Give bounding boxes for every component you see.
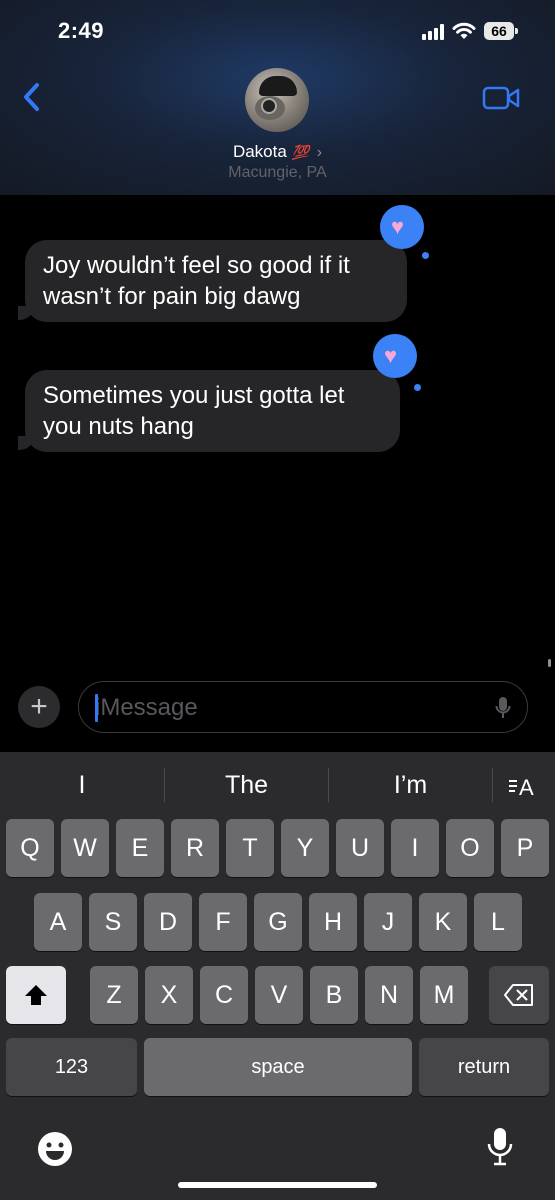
keyboard: I The I’m A Q W E R T Y U I O P A S D F … xyxy=(0,752,555,1200)
key-y[interactable]: Y xyxy=(281,819,329,877)
key-i[interactable]: I xyxy=(391,819,439,877)
key-w[interactable]: W xyxy=(61,819,109,877)
delete-backspace-icon xyxy=(504,984,533,1006)
key-b[interactable]: B xyxy=(310,966,358,1024)
status-time: 2:49 xyxy=(58,18,105,43)
dictation-mic-icon[interactable] xyxy=(495,695,511,721)
tapback-tail-dot xyxy=(422,252,429,259)
contact-location: Macungie, PA xyxy=(228,164,327,181)
key-g[interactable]: G xyxy=(254,893,302,951)
delete-key[interactable] xyxy=(489,966,549,1024)
imessage-input[interactable]: iMessage xyxy=(78,681,528,733)
key-e[interactable]: E xyxy=(116,819,164,877)
shift-key[interactable] xyxy=(6,966,66,1024)
heart-tapback[interactable]: ♥ xyxy=(373,334,417,378)
message-line: wasn’t for pain big dawg xyxy=(43,283,301,310)
space-key[interactable]: space xyxy=(144,1038,412,1096)
status-bar: 2:49 66 xyxy=(0,0,555,62)
prediction-3[interactable]: I’m xyxy=(329,752,492,818)
numbers-key[interactable]: 123 xyxy=(6,1038,137,1096)
facetime-video-button[interactable] xyxy=(482,86,520,110)
key-z[interactable]: Z xyxy=(90,966,138,1024)
cellular-signal-icon xyxy=(422,24,446,40)
prediction-divider xyxy=(492,768,493,802)
wifi-icon xyxy=(452,22,476,39)
heart-tapback[interactable]: ♥ xyxy=(380,205,424,249)
prediction-1[interactable]: I xyxy=(0,752,164,818)
imessage-placeholder: iMessage xyxy=(95,694,198,721)
key-x[interactable]: X xyxy=(145,966,193,1024)
hundred-points-emoji: 💯 xyxy=(291,144,309,160)
key-p[interactable]: P xyxy=(501,819,549,877)
key-t[interactable]: T xyxy=(226,819,274,877)
shift-arrow-icon xyxy=(25,985,47,1005)
key-r[interactable]: R xyxy=(171,819,219,877)
contact-avatar[interactable] xyxy=(245,68,309,132)
message-line: Joy wouldn’t feel so good if it xyxy=(43,252,350,279)
tapback-tail-dot xyxy=(414,384,421,391)
home-indicator[interactable] xyxy=(178,1182,377,1188)
key-s[interactable]: S xyxy=(89,893,137,951)
key-c[interactable]: C xyxy=(200,966,248,1024)
keyboard-dictation-mic-icon[interactable] xyxy=(486,1126,514,1170)
svg-text:A: A xyxy=(519,775,534,799)
heart-icon: ♥ xyxy=(391,214,405,239)
key-m[interactable]: M xyxy=(420,966,468,1024)
key-v[interactable]: V xyxy=(255,966,303,1024)
key-d[interactable]: D xyxy=(144,893,192,951)
message-bubble[interactable]: Sometimes you just gotta let you nuts ha… xyxy=(25,370,400,452)
key-l[interactable]: L xyxy=(474,893,522,951)
back-button[interactable] xyxy=(18,80,46,114)
chevron-right-icon: › xyxy=(316,144,323,161)
emoji-icon[interactable] xyxy=(36,1130,74,1168)
message-line: Sometimes you just gotta let xyxy=(43,382,345,409)
text-cursor xyxy=(95,694,98,722)
heart-icon: ♥ xyxy=(384,343,398,368)
message-bubble[interactable]: Joy wouldn’t feel so good if it wasn’t f… xyxy=(25,240,407,322)
key-o[interactable]: O xyxy=(446,819,494,877)
key-n[interactable]: N xyxy=(365,966,413,1024)
key-q[interactable]: Q xyxy=(6,819,54,877)
key-a[interactable]: A xyxy=(34,893,82,951)
key-u[interactable]: U xyxy=(336,819,384,877)
contact-name-row[interactable]: Dakota 💯 › xyxy=(0,142,555,162)
key-f[interactable]: F xyxy=(199,893,247,951)
key-k[interactable]: K xyxy=(419,893,467,951)
conversation-header: 2:49 66 Dakota 💯 › Macungie, PA xyxy=(0,0,555,195)
key-j[interactable]: J xyxy=(364,893,412,951)
message-line: you nuts hang xyxy=(43,413,194,440)
text-format-icon[interactable]: A xyxy=(507,773,537,799)
apps-plus-button[interactable]: + xyxy=(18,686,60,728)
battery-indicator: 66 xyxy=(484,22,518,40)
prediction-2[interactable]: The xyxy=(165,752,328,818)
contact-name: Dakota xyxy=(232,142,287,161)
scroll-indicator[interactable] xyxy=(548,659,551,667)
key-h[interactable]: H xyxy=(309,893,357,951)
return-key[interactable]: return xyxy=(419,1038,549,1096)
